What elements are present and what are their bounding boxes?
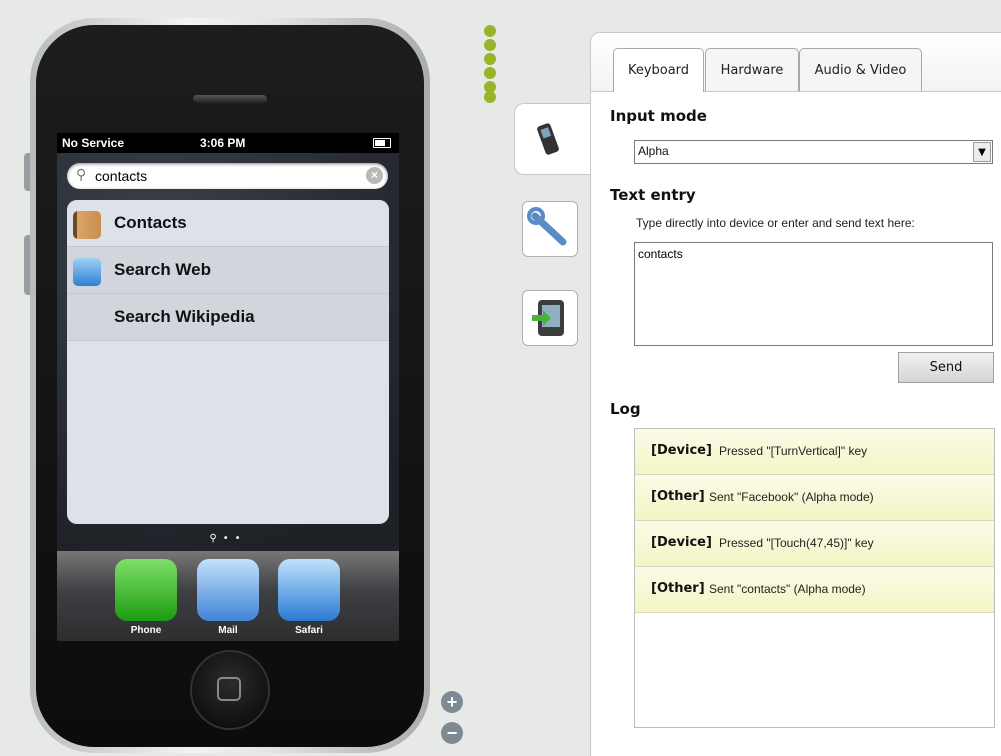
result-label: Search Web <box>114 260 212 279</box>
send-button[interactable]: Send <box>898 352 994 383</box>
log-entry: [Other] Sent "contacts" (Alpha mode) <box>635 567 994 613</box>
search-value: contacts <box>95 168 148 184</box>
zoom-out-icon[interactable]: − <box>441 722 463 744</box>
drag-handle-dot[interactable] <box>484 91 496 103</box>
home-square-icon <box>217 677 241 701</box>
safari-app-icon[interactable] <box>278 559 340 621</box>
log-message: Sent "contacts" (Alpha mode) <box>709 582 866 596</box>
tab-audio-video[interactable]: Audio & Video <box>799 48 922 91</box>
drag-handle-dot[interactable] <box>484 25 496 37</box>
safari-icon <box>73 258 101 286</box>
dock-label: Mail <box>218 625 238 636</box>
search-icon: ⚲ <box>76 167 87 183</box>
drag-handle-dot[interactable] <box>484 53 496 65</box>
contacts-icon <box>73 211 101 239</box>
dock-label: Phone <box>130 625 162 636</box>
text-entry-hint: Type directly into device or enter and s… <box>636 216 915 230</box>
text-entry-value: contacts <box>638 247 683 261</box>
side-tab-tools[interactable] <box>522 201 578 257</box>
log-entry: [Device] Pressed "[TurnVertical]" key <box>635 429 994 475</box>
log-message: Sent "Facebook" (Alpha mode) <box>709 490 874 504</box>
drag-handle-dot[interactable] <box>484 67 496 79</box>
log-source: [Device] <box>651 443 712 458</box>
clear-icon[interactable]: × <box>366 167 383 184</box>
input-mode-select[interactable]: Alpha ▼ <box>634 140 993 164</box>
log-message: Pressed "[TurnVertical]" key <box>719 444 868 458</box>
side-tab-device[interactable] <box>514 103 593 175</box>
result-search-wikipedia[interactable]: Search Wikipedia <box>67 294 389 341</box>
side-tab-transfer[interactable] <box>522 290 578 346</box>
result-search-web[interactable]: Search Web <box>67 247 389 294</box>
tab-keyboard[interactable]: Keyboard <box>613 48 704 92</box>
text-entry-field[interactable]: contacts <box>634 242 993 346</box>
log-entry: [Device] Pressed "[Touch(47,45)]" key <box>635 521 994 567</box>
log-heading: Log <box>610 400 641 418</box>
result-label: Search Wikipedia <box>114 307 255 326</box>
result-label: Contacts <box>114 213 187 232</box>
dock: Phone Mail Safari <box>57 551 399 641</box>
dock-label: Safari <box>295 625 323 636</box>
log-source: [Device] <box>651 535 712 550</box>
wrench-icon <box>527 207 567 246</box>
status-bar: No Service 3:06 PM <box>57 133 399 153</box>
cellphone-icon <box>537 123 559 155</box>
chevron-down-icon[interactable]: ▼ <box>973 142 991 162</box>
log-list[interactable]: [Device] Pressed "[TurnVertical]" key [O… <box>634 428 995 728</box>
input-mode-value: Alpha <box>638 144 669 158</box>
battery-icon <box>373 138 391 148</box>
result-contacts[interactable]: Contacts <box>67 200 389 247</box>
spotlight-search-input[interactable]: ⚲ contacts × <box>67 163 388 189</box>
phone-screen[interactable]: No Service 3:06 PM ⚲ contacts × Contacts… <box>57 133 399 641</box>
carrier-label: No Service <box>62 136 125 150</box>
page-indicator: ⚲•• <box>209 533 247 544</box>
mail-app-icon[interactable] <box>197 559 259 621</box>
tab-hardware[interactable]: Hardware <box>705 48 799 91</box>
search-results: Contacts Search Web Search Wikipedia <box>67 200 389 524</box>
log-message: Pressed "[Touch(47,45)]" key <box>719 536 874 550</box>
text-entry-heading: Text entry <box>610 186 696 204</box>
zoom-in-icon[interactable]: + <box>441 691 463 713</box>
log-source: [Other] <box>651 581 705 596</box>
clock-label: 3:06 PM <box>200 136 246 150</box>
drag-handle-dot[interactable] <box>484 39 496 51</box>
log-source: [Other] <box>651 489 705 504</box>
earpiece-speaker <box>193 95 267 103</box>
log-entry: [Other] Sent "Facebook" (Alpha mode) <box>635 475 994 521</box>
phone-app-icon[interactable] <box>115 559 177 621</box>
input-mode-heading: Input mode <box>610 107 707 125</box>
device-transfer-icon <box>532 300 564 336</box>
